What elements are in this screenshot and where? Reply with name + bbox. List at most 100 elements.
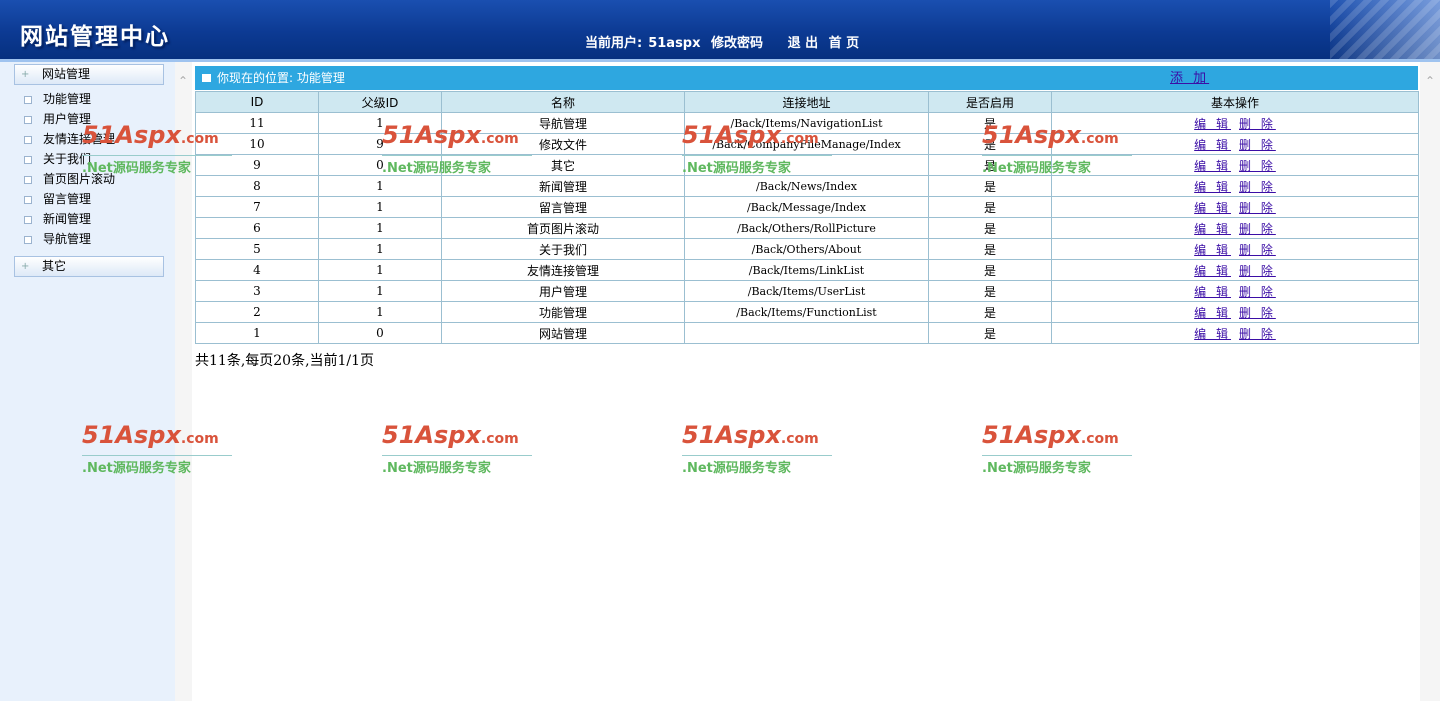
table-row: 4 1 友情连接管理/Back/Items/LinkList 是编 辑删 除 bbox=[195, 259, 1419, 281]
cell-parent-id: 1 bbox=[318, 217, 442, 239]
table-row: 1 0 网站管理是编 辑删 除 bbox=[195, 322, 1419, 344]
cell-actions: 编 辑删 除 bbox=[1051, 259, 1419, 281]
watermark-suffix: .com bbox=[480, 431, 519, 447]
edit-link[interactable]: 编 辑 bbox=[1194, 243, 1231, 257]
sidebar-item-navigation-management[interactable]: 导航管理 bbox=[24, 231, 115, 251]
watermark-brand: 51Aspx bbox=[682, 121, 781, 149]
cell-url: /Back/News/Index bbox=[684, 175, 929, 197]
watermark-tagline: .Net源码服务专家 bbox=[982, 155, 1132, 176]
edit-link[interactable]: 编 辑 bbox=[1194, 306, 1231, 320]
table-row: 5 1 关于我们/Back/Others/About 是编 辑删 除 bbox=[195, 238, 1419, 260]
cell-actions: 编 辑删 除 bbox=[1051, 175, 1419, 197]
cell-url: /Back/Others/RollPicture bbox=[684, 217, 929, 239]
watermark-tagline: .Net源码服务专家 bbox=[382, 155, 532, 176]
delete-link[interactable]: 删 除 bbox=[1239, 264, 1276, 278]
right-scroll-track[interactable]: ⌃ bbox=[1420, 62, 1440, 701]
delete-link[interactable]: 删 除 bbox=[1239, 285, 1276, 299]
watermark-tagline: .Net源码服务专家 bbox=[982, 455, 1132, 476]
delete-link[interactable]: 删 除 bbox=[1239, 243, 1276, 257]
cell-url: /Back/Items/LinkList bbox=[684, 259, 929, 281]
watermark-suffix: .com bbox=[1080, 131, 1119, 147]
sidebar-item-function-management[interactable]: 功能管理 bbox=[24, 91, 115, 111]
watermark-brand: 51Aspx bbox=[982, 121, 1081, 149]
sidebar-item-label: 新闻管理 bbox=[43, 212, 92, 226]
column-header: 是否启用 bbox=[928, 91, 1052, 113]
watermark-tagline: .Net源码服务专家 bbox=[82, 455, 232, 476]
cell-actions: 编 辑删 除 bbox=[1051, 196, 1419, 218]
pager-info: 共11条,每页20条,当前1/1页 bbox=[195, 353, 375, 369]
node-icon bbox=[24, 215, 32, 224]
cell-enabled: 是 bbox=[928, 217, 1052, 239]
cell-name: 新闻管理 bbox=[441, 175, 685, 197]
watermark: 51Aspx.com .Net源码服务专家 bbox=[382, 422, 532, 476]
delete-link[interactable]: 删 除 bbox=[1239, 159, 1276, 173]
chevron-up-icon[interactable]: ⌃ bbox=[178, 74, 188, 88]
cell-actions: 编 辑删 除 bbox=[1051, 280, 1419, 302]
watermark-suffix: .com bbox=[480, 131, 519, 147]
delete-link[interactable]: 删 除 bbox=[1239, 327, 1276, 341]
edit-link[interactable]: 编 辑 bbox=[1194, 201, 1231, 215]
table-row: 2 1 功能管理/Back/Items/FunctionList 是编 辑删 除 bbox=[195, 301, 1419, 323]
node-icon bbox=[24, 95, 32, 104]
cell-url: /Back/Items/FunctionList bbox=[684, 301, 929, 323]
cell-enabled: 是 bbox=[928, 259, 1052, 281]
edit-link[interactable]: 编 辑 bbox=[1194, 327, 1231, 341]
cell-parent-id: 1 bbox=[318, 280, 442, 302]
delete-link[interactable]: 删 除 bbox=[1239, 138, 1276, 152]
cell-name: 友情连接管理 bbox=[441, 259, 685, 281]
cell-id: 1 bbox=[195, 322, 319, 344]
cell-actions: 编 辑删 除 bbox=[1051, 322, 1419, 344]
watermark-tagline: .Net源码服务专家 bbox=[82, 155, 232, 176]
home-link[interactable]: 首 页 bbox=[829, 36, 860, 51]
watermark-suffix: .com bbox=[780, 131, 819, 147]
watermark: 51Aspx.com .Net源码服务专家 bbox=[682, 122, 832, 176]
location-text: 你现在的位置: 功能管理 bbox=[217, 71, 345, 85]
watermark-tagline: .Net源码服务专家 bbox=[682, 455, 832, 476]
sidebar-item-label: 留言管理 bbox=[43, 192, 92, 206]
sidebar-item-news-management[interactable]: 新闻管理 bbox=[24, 211, 115, 231]
menu-group-label: 网站管理 bbox=[42, 67, 91, 81]
node-icon bbox=[24, 175, 32, 184]
username: 51aspx bbox=[648, 36, 701, 51]
cell-id: 5 bbox=[195, 238, 319, 260]
watermark-tagline: .Net源码服务专家 bbox=[382, 455, 532, 476]
watermark: 51Aspx.com .Net源码服务专家 bbox=[82, 422, 232, 476]
cell-actions: 编 辑删 除 bbox=[1051, 301, 1419, 323]
keyboard-decoration bbox=[1330, 0, 1440, 59]
edit-link[interactable]: 编 辑 bbox=[1194, 138, 1231, 152]
cell-url: /Back/Message/Index bbox=[684, 196, 929, 218]
cell-name: 首页图片滚动 bbox=[441, 217, 685, 239]
cell-parent-id: 0 bbox=[318, 322, 442, 344]
menu-group-other[interactable]: + 其它 bbox=[14, 256, 164, 277]
change-password-link[interactable]: 修改密码 bbox=[711, 36, 763, 51]
cell-enabled: 是 bbox=[928, 322, 1052, 344]
cell-name: 用户管理 bbox=[441, 280, 685, 302]
site-logo: 网站管理中心 bbox=[20, 24, 170, 50]
edit-link[interactable]: 编 辑 bbox=[1194, 180, 1231, 194]
cell-enabled: 是 bbox=[928, 175, 1052, 197]
delete-link[interactable]: 删 除 bbox=[1239, 180, 1276, 194]
delete-link[interactable]: 删 除 bbox=[1239, 306, 1276, 320]
delete-link[interactable]: 删 除 bbox=[1239, 117, 1276, 131]
edit-link[interactable]: 编 辑 bbox=[1194, 117, 1231, 131]
edit-link[interactable]: 编 辑 bbox=[1194, 285, 1231, 299]
cell-actions: 编 辑删 除 bbox=[1051, 217, 1419, 239]
edit-link[interactable]: 编 辑 bbox=[1194, 222, 1231, 236]
add-button[interactable]: 添 加 bbox=[1170, 67, 1209, 91]
chevron-up-icon[interactable]: ⌃ bbox=[1425, 74, 1435, 88]
delete-link[interactable]: 删 除 bbox=[1239, 201, 1276, 215]
cell-actions: 编 辑删 除 bbox=[1051, 238, 1419, 260]
watermark-brand: 51Aspx bbox=[82, 421, 181, 449]
logout-link[interactable]: 退 出 bbox=[788, 36, 819, 51]
delete-link[interactable]: 删 除 bbox=[1239, 222, 1276, 236]
sidebar-item-message-management[interactable]: 留言管理 bbox=[24, 191, 115, 211]
edit-link[interactable]: 编 辑 bbox=[1194, 264, 1231, 278]
cell-id: 4 bbox=[195, 259, 319, 281]
watermark-brand: 51Aspx bbox=[982, 421, 1081, 449]
watermark-suffix: .com bbox=[180, 431, 219, 447]
watermark: 51Aspx.com .Net源码服务专家 bbox=[982, 422, 1132, 476]
current-user-label: 当前用户: bbox=[585, 36, 643, 51]
menu-group-site-management[interactable]: + 网站管理 bbox=[14, 64, 164, 85]
watermark-tagline: .Net源码服务专家 bbox=[682, 155, 832, 176]
edit-link[interactable]: 编 辑 bbox=[1194, 159, 1231, 173]
